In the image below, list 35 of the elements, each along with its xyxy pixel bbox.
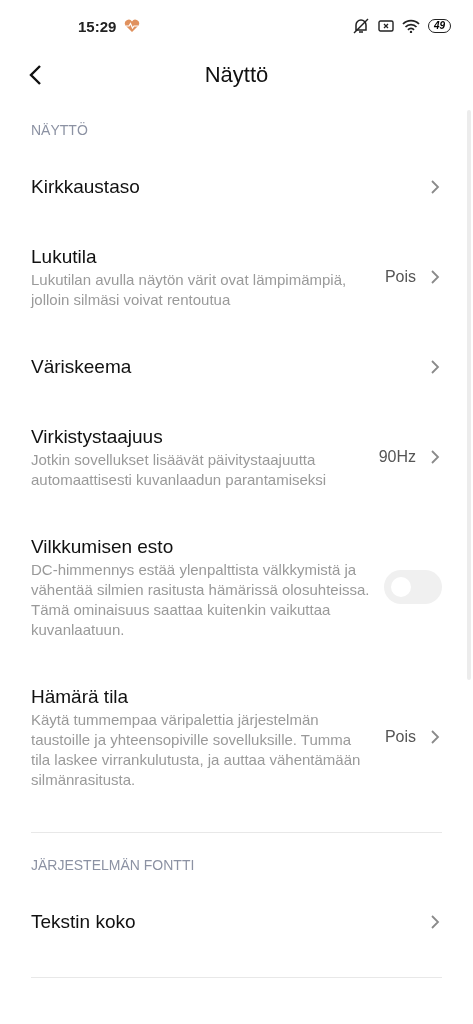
item-value: 90Hz — [378, 448, 416, 466]
chevron-icon — [430, 179, 440, 195]
item-title: Hämärä tila — [31, 685, 130, 709]
wifi-icon — [401, 19, 420, 33]
item-description: Lukutilan avulla näytön värit ovat lämpimämpiä, jolloin silmäsi voivat rentoutua — [31, 270, 348, 310]
settings-item[interactable]: Kirkkaustaso — [0, 152, 473, 222]
chevron-icon — [430, 359, 440, 375]
heart-icon — [124, 19, 141, 33]
settings-item[interactable]: Vilkkumisen esto DC-himmennys estää ylenpalttista välkkymistä ja vähentää silmien rasitusta hämärissä olosuhteissa. Tämä ominaisuus saattaa kuitenkin vaikuttaa kuvanlaatuun. — [0, 512, 473, 662]
page-title: Näyttö — [204, 62, 269, 88]
status-time: 15:29 — [78, 17, 117, 35]
item-description: DC-himmennys estää ylenpalttista välkkymistä ja vähentää silmien rasitusta hämärissä olosuhteissa. Tämä ominaisuus saattaa kuitenkin vaikuttaa kuvanlaatuun. — [31, 560, 370, 640]
section-header: NÄYTTÖ — [30, 121, 89, 140]
muted-bell-icon — [351, 17, 370, 35]
settings-item[interactable]: Virkistystaajuus Jotkin sovellukset lisäävät päivitystaajuutta automaattisesti kuvanlaadun parantamiseksi 90Hz — [0, 402, 473, 512]
chevron-icon — [430, 269, 440, 285]
no-sim-icon — [377, 20, 394, 32]
item-title: Väriskeema — [31, 355, 133, 379]
section-header: JÄRJESTELMÄN FONTTI — [30, 856, 196, 875]
item-title: Virkistystaajuus — [31, 425, 164, 449]
chevron-icon — [430, 914, 440, 930]
item-description: Käytä tummempaa väripalettia järjestelmän taustoille ja yhteensopiville sovelluksille. Tumma tila laskee virrankulutusta, ja auttaa vähentämään silmänrasitusta. — [31, 710, 362, 790]
item-description: Jotkin sovellukset lisäävät päivitystaajuutta automaattisesti kuvanlaadun parantamiseksi — [31, 450, 328, 490]
chevron-icon — [430, 729, 440, 745]
item-title: Kirkkaustaso — [31, 175, 141, 199]
chevron-icon — [430, 449, 440, 465]
item-value: Pois — [384, 728, 416, 746]
item-title: Vilkkumisen esto — [31, 535, 175, 559]
item-value: Pois — [384, 268, 416, 286]
settings-item[interactable]: Väriskeema — [0, 332, 473, 402]
item-title: Tekstin koko — [31, 910, 137, 934]
settings-item[interactable]: Hämärä tila Käytä tummempaa väripalettia järjestelmän taustoille ja yhteensopiville sovelluksille. Tumma tila laskee virrankulutusta, ja auttaa vähentämään silmänrasitusta. Pois — [0, 662, 473, 812]
item-title: Lukutila — [31, 245, 98, 269]
settings-item[interactable]: Lukutila Lukutilan avulla näytön värit ovat lämpimämpiä, jolloin silmäsi voivat rentoutua Pois — [0, 222, 473, 332]
settings-item[interactable]: Tekstin koko — [0, 887, 473, 957]
